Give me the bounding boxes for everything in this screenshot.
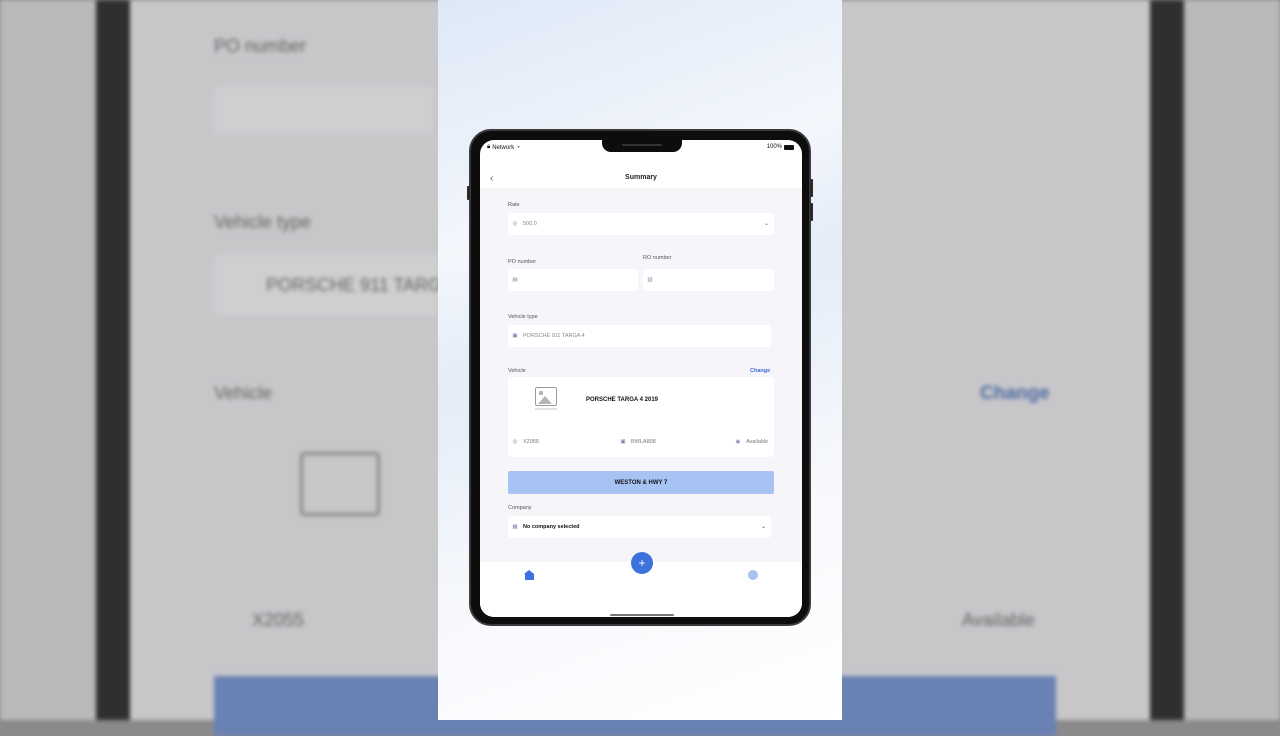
rate-label: Rate bbox=[508, 202, 520, 208]
vehicle-status: ◉ Available bbox=[735, 439, 769, 445]
camera-notch bbox=[602, 140, 682, 152]
vehicle-type-label: Vehicle type bbox=[508, 314, 538, 320]
bg-image-placeholder-icon bbox=[300, 452, 380, 516]
bg-change-link: Change bbox=[980, 383, 1050, 404]
bg-vehicle-label: Vehicle bbox=[214, 383, 273, 403]
plate-icon: ◎ bbox=[512, 439, 518, 445]
image-placeholder-icon bbox=[535, 387, 557, 406]
bg-device-frame-left bbox=[96, 0, 130, 720]
add-button[interactable]: + bbox=[631, 552, 653, 574]
bg-po-field bbox=[214, 86, 434, 134]
vehicle-label: Vehicle bbox=[508, 368, 526, 374]
rate-value: 500.0 bbox=[523, 221, 537, 227]
status-left: 🔒︎ Network ◔ bbox=[487, 144, 520, 151]
po-label: PO number bbox=[508, 259, 537, 265]
wifi-icon: ◔ bbox=[516, 144, 520, 151]
status-right: 100% bbox=[767, 144, 794, 150]
bg-vehicle-type-value: PORSCHE 911 TARG bbox=[266, 275, 443, 295]
bg-plate: X2055 bbox=[252, 610, 305, 630]
bg-availability: Available bbox=[962, 610, 1035, 630]
device-side-button bbox=[467, 186, 470, 200]
vehicle-code: ▣ BWLA808 bbox=[620, 439, 656, 445]
ro-label: RO number bbox=[643, 255, 672, 261]
receipt-icon: ▤ bbox=[512, 277, 518, 283]
battery-icon bbox=[784, 144, 794, 150]
battery-label: 100% bbox=[766, 144, 782, 150]
home-icon[interactable] bbox=[524, 570, 535, 580]
device-screen: 🔒︎ Network ◔ 100% ‹ Summary Rate ◎ 500.0… bbox=[480, 140, 802, 617]
currency-icon: ◎ bbox=[512, 221, 518, 227]
vehicle-plate: ◎ X2055 bbox=[512, 439, 539, 445]
company-select[interactable]: ▦ No company selected ⌄ bbox=[508, 516, 771, 538]
vehicle-status-text: Available bbox=[746, 439, 769, 445]
car-icon: ▣ bbox=[620, 439, 626, 445]
eye-icon: ◉ bbox=[735, 439, 741, 445]
ro-number-input[interactable]: ▥ bbox=[643, 269, 774, 291]
chevron-down-icon: ⌄ bbox=[763, 221, 769, 227]
device-volume-down bbox=[810, 203, 813, 221]
carrier-label: Network bbox=[492, 144, 515, 151]
profile-icon[interactable] bbox=[748, 570, 758, 580]
building-icon: ▦ bbox=[512, 524, 518, 530]
change-vehicle-link[interactable]: Change bbox=[750, 368, 770, 374]
location-button[interactable]: WESTON & HWY 7 bbox=[508, 471, 774, 494]
device-volume-up bbox=[810, 179, 813, 197]
tablet-device: 🔒︎ Network ◔ 100% ‹ Summary Rate ◎ 500.0… bbox=[467, 129, 813, 626]
bg-device-frame-right bbox=[1150, 0, 1184, 720]
bg-po-label: PO number bbox=[214, 36, 307, 56]
lock-icon: 🔒︎ bbox=[487, 144, 491, 150]
chevron-down-icon: ⌄ bbox=[760, 524, 766, 530]
vehicle-type-value: PORSCHE 911 TARGA 4 bbox=[523, 333, 585, 339]
vehicle-card[interactable]: PORSCHE TARGA 4 2019 ◎ X2055 ▣ BWLA808 ◉… bbox=[508, 377, 774, 457]
home-indicator[interactable] bbox=[610, 614, 674, 616]
image-caption bbox=[535, 408, 557, 410]
vehicle-name: PORSCHE TARGA 4 2019 bbox=[586, 397, 659, 403]
company-value: No company selected bbox=[523, 524, 580, 530]
vehicle-type-field[interactable]: ▣ PORSCHE 911 TARGA 4 bbox=[508, 325, 771, 347]
bg-vehicle-type-label: Vehicle type bbox=[214, 212, 312, 232]
po-number-input[interactable]: ▤ bbox=[508, 269, 638, 291]
car-icon: ▣ bbox=[512, 333, 518, 339]
rate-select[interactable]: ◎ 500.0 ⌄ bbox=[508, 213, 774, 235]
vehicle-code-text: BWLA808 bbox=[631, 439, 656, 445]
vehicle-plate-text: X2055 bbox=[523, 439, 539, 445]
form-content: Rate ◎ 500.0 ⌄ PO number ▤ RO number ▥ V… bbox=[480, 188, 802, 562]
page-title: Summary bbox=[625, 174, 657, 181]
clipboard-icon: ▥ bbox=[647, 277, 653, 283]
company-label: Company bbox=[508, 505, 532, 511]
